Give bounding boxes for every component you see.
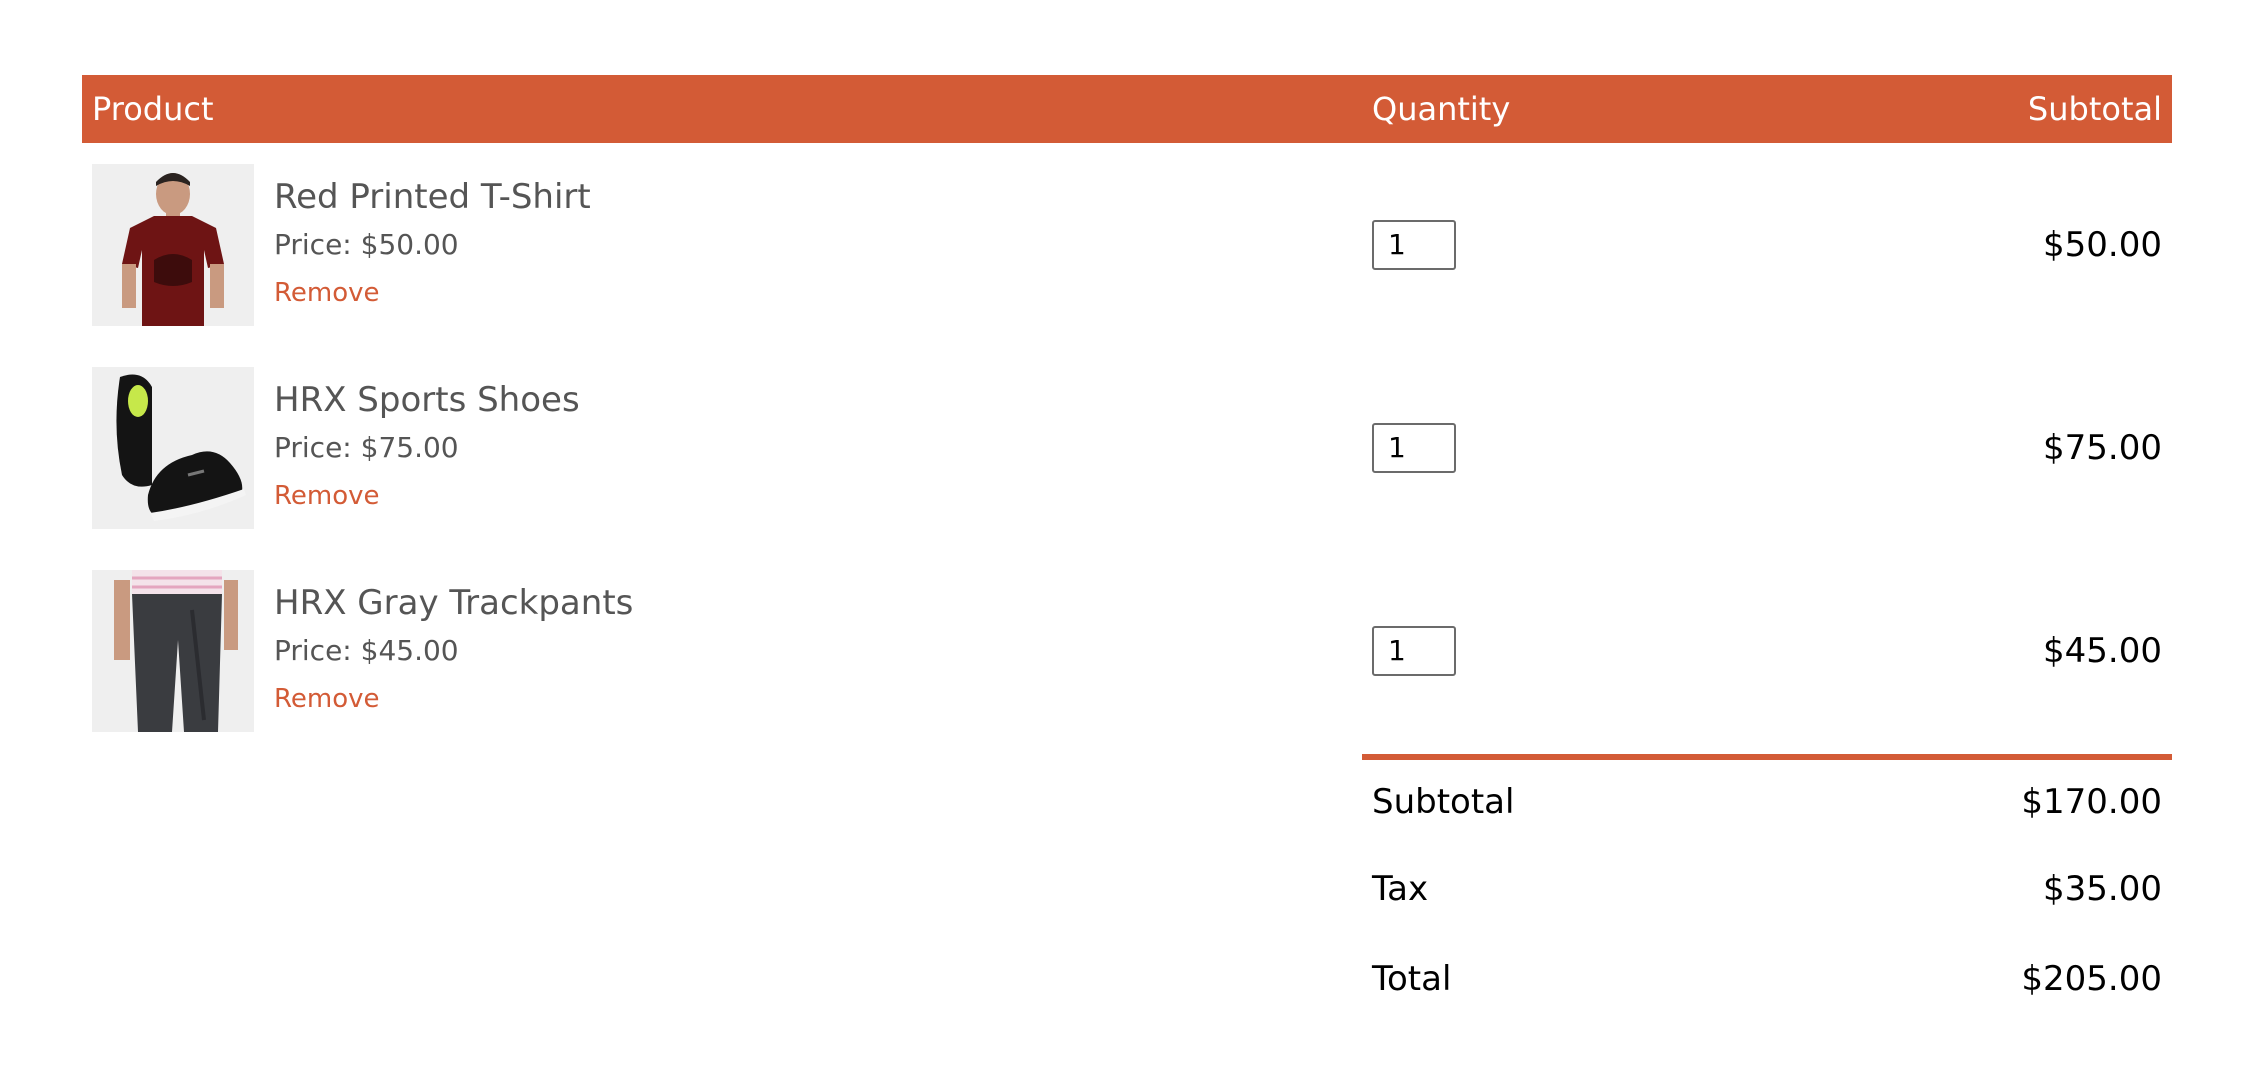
quantity-input[interactable] bbox=[1372, 625, 1456, 676]
table-row: Red Printed T-Shirt Price: $50.00 Remove… bbox=[82, 143, 2172, 346]
header-product: Product bbox=[92, 90, 214, 128]
product-name: HRX Gray Trackpants bbox=[274, 582, 634, 623]
remove-link[interactable]: Remove bbox=[274, 473, 580, 519]
product-info: HRX Sports Shoes Price: $75.00 Remove bbox=[274, 377, 580, 519]
tshirt-product-image bbox=[92, 163, 254, 326]
totals-tax-row: Tax $35.00 bbox=[1362, 844, 2172, 934]
trackpants-product-image bbox=[92, 569, 254, 732]
product-price: Price: $75.00 bbox=[274, 430, 459, 464]
product-name: HRX Sports Shoes bbox=[274, 379, 580, 420]
totals-tax-label: Tax bbox=[1372, 869, 1429, 909]
totals-subtotal-label: Subtotal bbox=[1372, 782, 1515, 822]
product-price: Price: $50.00 bbox=[274, 227, 459, 261]
cart-table: Product Quantity Subtotal Red Printed T-… bbox=[82, 75, 2172, 752]
table-row: HRX Gray Trackpants Price: $45.00 Remove… bbox=[82, 549, 2172, 752]
totals-subtotal-row: Subtotal $170.00 bbox=[1362, 760, 2172, 844]
row-subtotal: $45.00 bbox=[2043, 630, 2162, 671]
header-quantity: Quantity bbox=[1372, 90, 1511, 128]
cart-table-header: Product Quantity Subtotal bbox=[82, 75, 2172, 143]
product-name: Red Printed T-Shirt bbox=[274, 176, 591, 217]
product-cell: HRX Gray Trackpants Price: $45.00 Remove bbox=[92, 569, 1352, 732]
totals-tax-value: $35.00 bbox=[2043, 869, 2162, 909]
header-subtotal: Subtotal bbox=[2027, 90, 2162, 128]
quantity-input[interactable] bbox=[1372, 219, 1456, 270]
product-cell: HRX Sports Shoes Price: $75.00 Remove bbox=[92, 366, 1352, 529]
remove-link[interactable]: Remove bbox=[274, 676, 633, 722]
quantity-input[interactable] bbox=[1372, 422, 1456, 473]
totals-total-label: Total bbox=[1372, 959, 1452, 999]
header-row: Product Quantity Subtotal bbox=[82, 75, 2172, 143]
totals-subtotal-value: $170.00 bbox=[2021, 782, 2162, 822]
remove-link[interactable]: Remove bbox=[274, 270, 591, 316]
row-subtotal: $50.00 bbox=[2043, 224, 2162, 265]
row-subtotal: $75.00 bbox=[2043, 427, 2162, 468]
product-info: Red Printed T-Shirt Price: $50.00 Remove bbox=[274, 174, 591, 316]
shoes-product-image bbox=[92, 366, 254, 529]
totals-total-row: Total $205.00 bbox=[1362, 934, 2172, 1024]
cart-container: Product Quantity Subtotal Red Printed T-… bbox=[82, 75, 2172, 752]
product-price: Price: $45.00 bbox=[274, 633, 459, 667]
totals-total-value: $205.00 bbox=[2021, 959, 2162, 999]
product-cell: Red Printed T-Shirt Price: $50.00 Remove bbox=[92, 163, 1352, 326]
table-row: HRX Sports Shoes Price: $75.00 Remove $7… bbox=[82, 346, 2172, 549]
cart-totals: Subtotal $170.00 Tax $35.00 Total $205.0… bbox=[1362, 754, 2172, 1024]
product-info: HRX Gray Trackpants Price: $45.00 Remove bbox=[274, 580, 633, 722]
